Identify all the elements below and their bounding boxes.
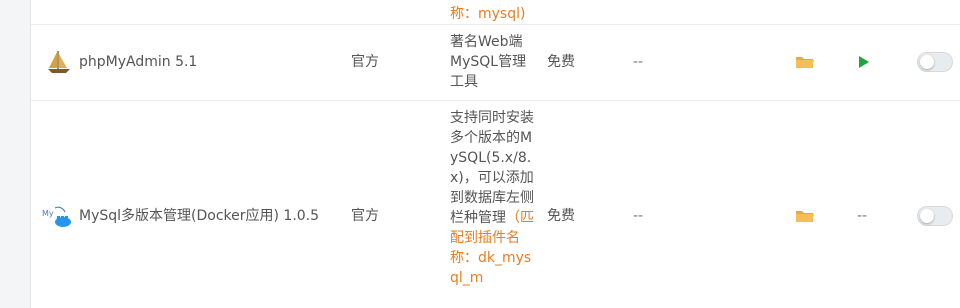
- toggle-knob: [920, 55, 934, 69]
- toggle-knob: [920, 209, 934, 223]
- plugin-description-text: 支持同时安装多个版本的MySQL(5.x/8.x)，可以添加到数据库左侧栏种管理: [450, 110, 534, 226]
- plugin-name[interactable]: My MySql多版本管理(Docker应用) 1.0.5: [41, 204, 319, 228]
- plugin-type: 官方: [351, 54, 379, 70]
- plugin-name-label: phpMyAdmin 5.1: [79, 54, 198, 70]
- plugin-name[interactable]: phpMyAdmin 5.1: [45, 50, 197, 74]
- sailboat-icon: [45, 50, 73, 74]
- plugin-expire: --: [633, 208, 644, 224]
- plugin-name-label: MySql多版本管理(Docker应用) 1.0.5: [79, 208, 320, 224]
- svg-text:My: My: [42, 209, 54, 218]
- plugin-price: 免费: [547, 54, 575, 70]
- folder-icon[interactable]: [795, 54, 815, 76]
- plugin-type: 官方: [351, 208, 379, 224]
- plugin-expire: --: [633, 54, 644, 70]
- enable-toggle[interactable]: [917, 52, 953, 72]
- plugin-description: 支持同时安装多个版本的MySQL(5.x/8.x)，可以添加到数据库左侧栏种管理…: [450, 108, 534, 288]
- mysql-docker-icon: My: [41, 204, 73, 228]
- play-icon[interactable]: [857, 54, 871, 76]
- plugin-description: 著名Web端MySQL管理工具: [450, 34, 527, 90]
- plugin-status: --: [857, 208, 868, 224]
- table-row: 称：mysql): [31, 0, 960, 25]
- plugin-price: 免费: [547, 208, 575, 224]
- folder-icon[interactable]: [795, 208, 815, 230]
- table-row: My MySql多版本管理(Docker应用) 1.0.5 官方 支持同时安装多…: [31, 101, 960, 308]
- plugin-description: 称：mysql): [450, 4, 534, 24]
- plugin-table: 称：mysql) phpMyAdmin 5.1 官方 著名Web端MySQL管理…: [30, 0, 960, 308]
- plugin-description-highlight: 称：mysql): [450, 6, 526, 22]
- enable-toggle[interactable]: [917, 206, 953, 226]
- table-row: phpMyAdmin 5.1 官方 著名Web端MySQL管理工具 免费 --: [31, 24, 960, 101]
